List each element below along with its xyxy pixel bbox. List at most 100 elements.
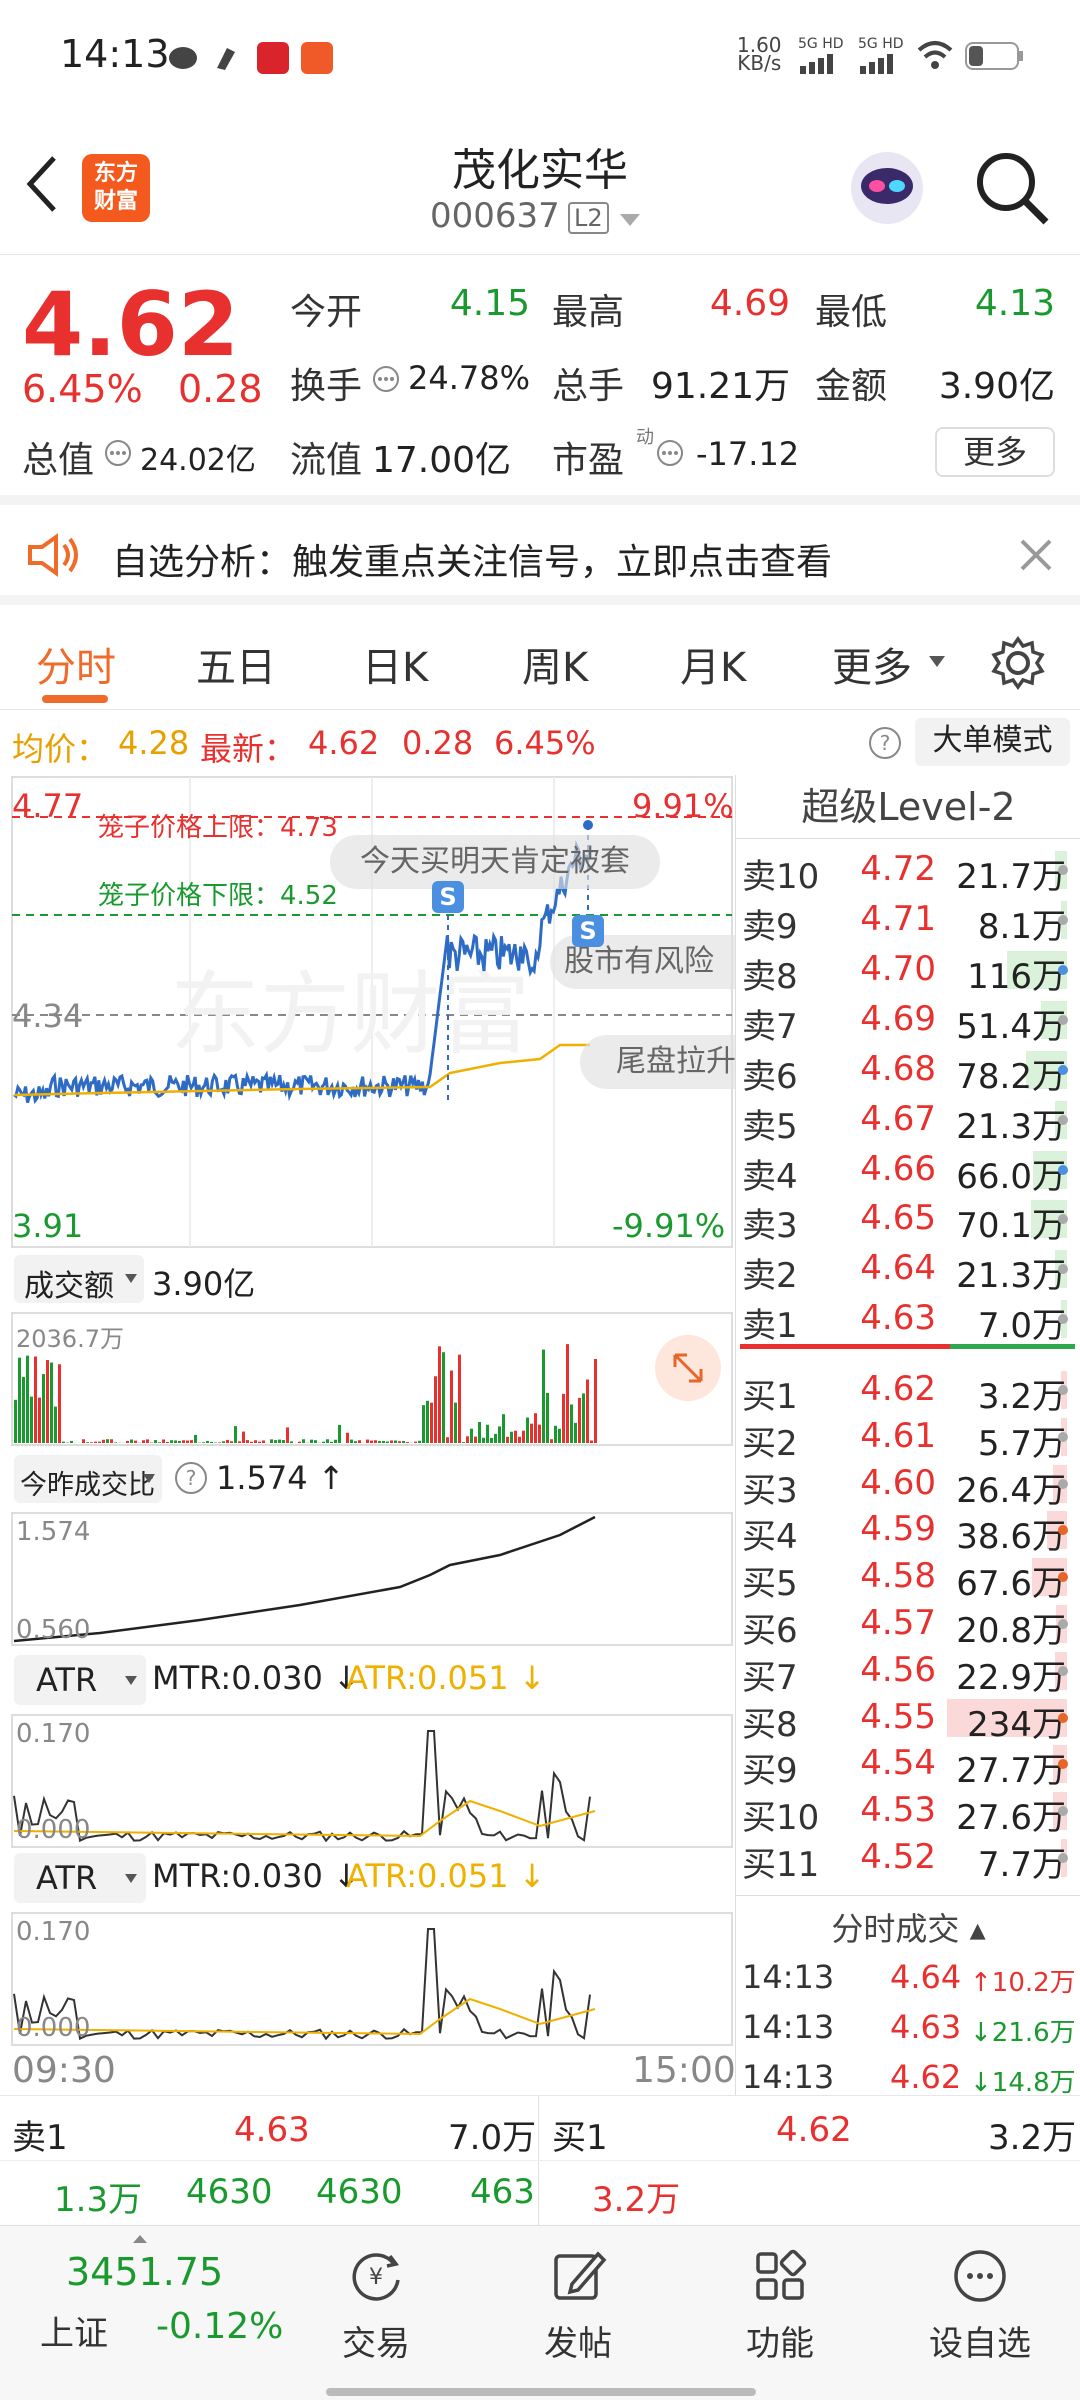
- order-dot-icon: [1058, 964, 1068, 975]
- order-volume: 8.1万: [977, 906, 1066, 947]
- order-book-row[interactable]: 买6 4.57 20.8万: [736, 1599, 1080, 1651]
- ask-list: 卖10 4.72 21.7万 卖9 4.71 8.1万 卖8 4.70 116万 卖7 4.69 51…: [736, 845, 1080, 1346]
- order-book-row[interactable]: 买4 4.59 38.6万: [736, 1505, 1080, 1557]
- tick-time: 14:13: [742, 2058, 835, 2096]
- sell1-volume: 7.0万: [448, 2118, 537, 2158]
- comment-bubble[interactable]: 尾盘拉升: [580, 1035, 735, 1089]
- signal-marker[interactable]: S: [432, 881, 464, 913]
- atr2-max-label: 0.170: [16, 1917, 91, 1947]
- big-order-mode-button[interactable]: 大单模式: [915, 718, 1070, 766]
- pe-label: 市盈: [552, 440, 625, 481]
- info-dots-icon[interactable]: [656, 439, 684, 467]
- tab-intraday[interactable]: 分时: [36, 635, 116, 693]
- order-book-row[interactable]: 买2 4.61 5.7万: [736, 1412, 1080, 1464]
- order-level-label: 买10: [742, 1798, 820, 1839]
- nav-post[interactable]: 发帖: [488, 2246, 668, 2365]
- amount-label: 金额: [815, 366, 888, 407]
- order-book-row[interactable]: 买9 4.54 27.7万: [736, 1739, 1080, 1791]
- order-volume: 66.0万: [956, 1156, 1066, 1197]
- caret-down-icon[interactable]: [928, 655, 946, 669]
- order-price: 4.67: [860, 1098, 936, 1139]
- buy1-price[interactable]: 4.62: [776, 2110, 852, 2150]
- order-book-row[interactable]: 买10 4.53 27.6万: [736, 1786, 1080, 1838]
- expand-button[interactable]: [655, 1335, 721, 1401]
- help-icon[interactable]: ?: [174, 1461, 208, 1495]
- lower-limit-label: 笼子价格下限：4.52: [98, 881, 338, 911]
- tick-trades[interactable]: 分时成交 ▴ 14:13 4.64 ↑10.2万 14:13 4.63 ↓21.6万 14:…: [736, 1895, 1080, 2098]
- order-book-row[interactable]: 买3 4.60 26.4万: [736, 1459, 1080, 1511]
- signal-icon: [800, 54, 893, 74]
- nav-functions[interactable]: 功能: [690, 2246, 870, 2365]
- battery-icon: [965, 42, 1023, 70]
- tab-weekly-k[interactable]: 周K: [522, 635, 588, 693]
- order-price: 4.57: [860, 1603, 936, 1643]
- order-book-row[interactable]: 卖9 4.71 8.1万: [736, 895, 1080, 947]
- gear-icon[interactable]: [990, 635, 1046, 691]
- chevron-down-icon[interactable]: [618, 212, 642, 228]
- svg-text:?: ?: [880, 731, 891, 755]
- order-book-row[interactable]: 卖5 4.67 21.3万: [736, 1095, 1080, 1147]
- order-level-label: 卖7: [742, 1006, 798, 1047]
- order-book-row[interactable]: 买5 4.58 67.6万: [736, 1552, 1080, 1604]
- robot-avatar-icon[interactable]: [845, 146, 929, 230]
- help-icon[interactable]: ?: [868, 726, 902, 760]
- level-badge[interactable]: L2: [568, 202, 609, 234]
- order-book-title[interactable]: 超级Level-2: [736, 775, 1080, 839]
- nav-add-watchlist[interactable]: 设自选: [890, 2246, 1070, 2365]
- order-book-row[interactable]: 卖4 4.66 66.0万: [736, 1145, 1080, 1197]
- tab-monthly-k[interactable]: 月K: [680, 635, 746, 693]
- order-book-row[interactable]: 买8 4.55 234万: [736, 1693, 1080, 1745]
- sell1-price[interactable]: 4.63: [234, 2110, 310, 2150]
- notice-bar[interactable]: 自选分析：触发重点关注信号，立即点击查看: [0, 505, 1080, 605]
- order-book-row[interactable]: 买7 4.56 22.9万: [736, 1646, 1080, 1698]
- atr2-atr-line: [13, 1997, 596, 2036]
- atr1-selector[interactable]: ATR: [14, 1655, 146, 1705]
- order-book-row[interactable]: 买1 4.62 3.2万: [736, 1365, 1080, 1417]
- upper-limit-label: 笼子价格上限：4.73: [98, 813, 338, 843]
- order-book-row[interactable]: 卖8 4.70 116万: [736, 945, 1080, 997]
- index-ticker[interactable]: 3451.75 上证 -0.12%: [0, 2226, 283, 2366]
- order-volume: 7.7万: [977, 1845, 1066, 1885]
- order-book: 超级Level-2 卖10 4.72 21.7万 卖9 4.71 8.1万 卖8 4.70 11…: [735, 775, 1080, 2098]
- nav-trade[interactable]: ¥ 交易: [286, 2246, 466, 2365]
- tab-daily-k[interactable]: 日K: [362, 635, 428, 693]
- sim1-label: 5G HD: [798, 36, 844, 52]
- ratio-selector[interactable]: 今昨成交比: [14, 1455, 162, 1503]
- stock-header: 东方 财富 茂化实华 000637 L2: [0, 110, 1080, 255]
- svg-text:?: ?: [186, 1466, 197, 1490]
- tab-more[interactable]: 更多: [832, 635, 912, 693]
- tab-five-day[interactable]: 五日: [196, 635, 276, 693]
- float-label: 流值: [290, 440, 363, 481]
- order-book-row[interactable]: 卖10 4.72 21.7万: [736, 845, 1080, 897]
- latest-change-pct: 6.45%: [494, 724, 596, 762]
- order-level-label: 卖1: [742, 1306, 798, 1347]
- comment-bubble[interactable]: 今天买明天肯定被套: [330, 835, 660, 889]
- order-book-row[interactable]: 卖6 4.68 78.2万: [736, 1045, 1080, 1097]
- order-level-label: 买3: [742, 1470, 798, 1511]
- order-book-row[interactable]: 卖2 4.64 21.3万: [736, 1244, 1080, 1296]
- order-book-row[interactable]: 买11 4.52 7.7万: [736, 1833, 1080, 1885]
- close-icon[interactable]: [1018, 537, 1054, 573]
- info-dots-icon[interactable]: [372, 365, 400, 393]
- order-price: 4.56: [860, 1649, 936, 1690]
- signal-marker[interactable]: S: [572, 915, 604, 947]
- order-book-row[interactable]: 卖1 4.63 7.0万: [736, 1294, 1080, 1346]
- open-label: 今开: [290, 292, 363, 333]
- order-book-row[interactable]: 卖3 4.65 70.1万: [736, 1194, 1080, 1246]
- search-icon[interactable]: [972, 148, 1052, 228]
- order-book-row[interactable]: 卖7 4.69 51.4万: [736, 995, 1080, 1047]
- atr2-selector[interactable]: ATR: [14, 1853, 146, 1903]
- more-button[interactable]: 更多: [935, 427, 1055, 477]
- info-dots-icon[interactable]: [104, 439, 132, 467]
- buy1-volume: 3.2万: [988, 2118, 1077, 2158]
- order-level-label: 买2: [742, 1423, 798, 1464]
- status-time: 14:13: [60, 32, 170, 76]
- tick-price: 4.63: [890, 2008, 962, 2046]
- top-price-label: 4.77: [12, 787, 84, 825]
- atr1-atr-line: [13, 1799, 596, 1838]
- brand-logo[interactable]: 东方 财富: [82, 154, 150, 222]
- back-icon[interactable]: [22, 154, 62, 214]
- high-label: 最高: [552, 292, 625, 333]
- tick-row: 14:13 4.64 ↑10.2万: [736, 1954, 1080, 2000]
- volume-selector[interactable]: 成交额: [14, 1255, 144, 1304]
